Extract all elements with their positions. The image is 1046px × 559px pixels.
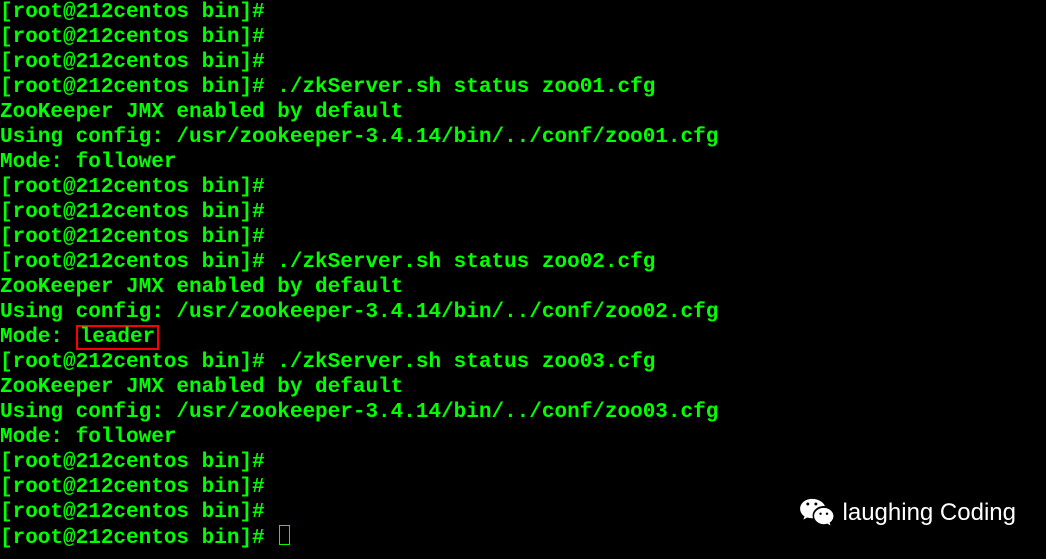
leader-highlight: leader xyxy=(76,325,160,350)
wechat-icon xyxy=(799,497,835,527)
terminal-line: [root@212centos bin]# xyxy=(0,200,1046,225)
terminal-line: Mode: follower xyxy=(0,150,1046,175)
terminal-line: Mode: follower xyxy=(0,425,1046,450)
terminal-line: [root@212centos bin]# ./zkServer.sh stat… xyxy=(0,75,1046,100)
terminal-line: [root@212centos bin]# xyxy=(0,0,1046,25)
terminal-line: [root@212centos bin]# xyxy=(0,50,1046,75)
terminal-line: [root@212centos bin]# ./zkServer.sh stat… xyxy=(0,250,1046,275)
terminal-line: [root@212centos bin]# ./zkServer.sh stat… xyxy=(0,350,1046,375)
terminal-line: Using config: /usr/zookeeper-3.4.14/bin/… xyxy=(0,400,1046,425)
watermark-text: laughing Coding xyxy=(843,500,1016,525)
terminal-line: [root@212centos bin]# xyxy=(0,25,1046,50)
terminal-line: ZooKeeper JMX enabled by default xyxy=(0,375,1046,400)
terminal-output[interactable]: [root@212centos bin]# [root@212centos bi… xyxy=(0,0,1046,551)
terminal-line: Using config: /usr/zookeeper-3.4.14/bin/… xyxy=(0,125,1046,150)
cursor-icon xyxy=(279,525,290,545)
terminal-line: Mode: leader xyxy=(0,325,1046,350)
terminal-line: [root@212centos bin]# xyxy=(0,525,1046,551)
mode-label: Mode: xyxy=(0,326,76,349)
terminal-line: Using config: /usr/zookeeper-3.4.14/bin/… xyxy=(0,300,1046,325)
terminal-line: ZooKeeper JMX enabled by default xyxy=(0,275,1046,300)
terminal-line: [root@212centos bin]# xyxy=(0,175,1046,200)
watermark: laughing Coding xyxy=(799,497,1016,527)
terminal-line: [root@212centos bin]# xyxy=(0,450,1046,475)
terminal-line: ZooKeeper JMX enabled by default xyxy=(0,100,1046,125)
prompt-text: [root@212centos bin]# xyxy=(0,527,277,550)
terminal-line: [root@212centos bin]# xyxy=(0,225,1046,250)
